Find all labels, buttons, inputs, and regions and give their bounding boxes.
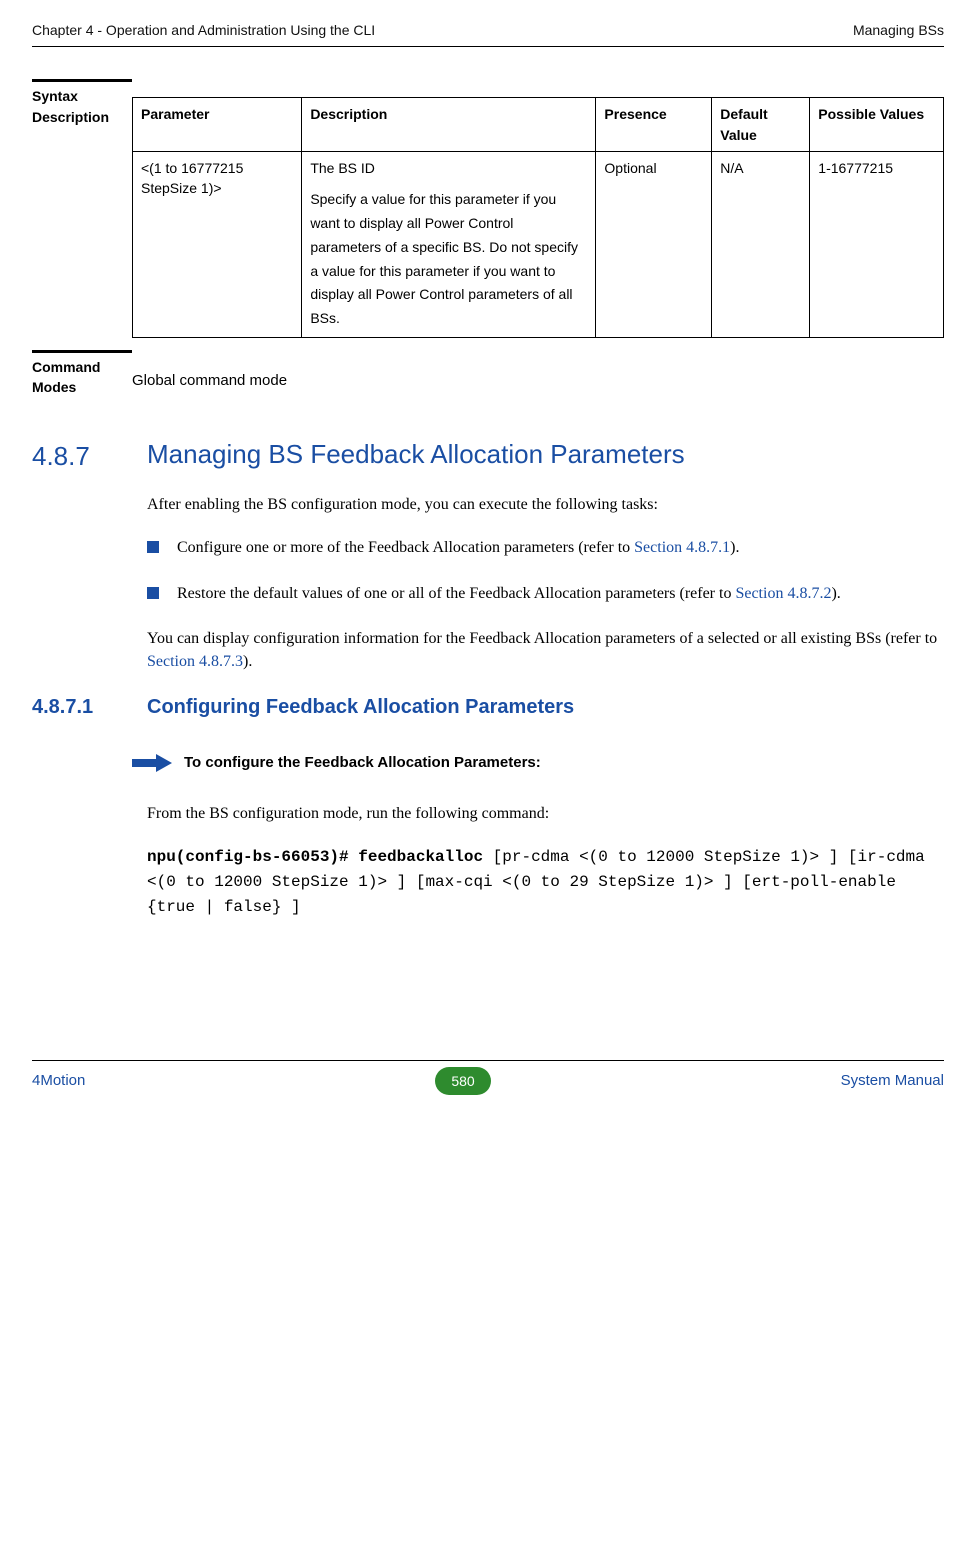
list-item: Configure one or more of the Feedback Al… (147, 536, 944, 559)
header-right: Managing BSs (853, 20, 944, 40)
cell-default-value: N/A (712, 151, 810, 337)
command-modes-label: Command Modes (32, 368, 132, 398)
list-item: Restore the default values of one or all… (147, 582, 944, 605)
syntax-parameters-table: Parameter Description Presence Default V… (132, 97, 944, 338)
command-modes-line1: Command (32, 357, 124, 377)
syntax-label-line2: Description (32, 107, 124, 127)
cell-description-second: Specify a value for this parameter if yo… (310, 188, 587, 331)
command-bold-part: npu(config-bs-66053)# feedbackalloc (147, 848, 483, 866)
col-header-default-value: Default Value (712, 98, 810, 152)
command-intro: From the BS configuration mode, run the … (147, 802, 944, 825)
link-section-4-8-7-1[interactable]: Section 4.8.7.1 (634, 539, 730, 556)
outro-pre: You can display configuration informatio… (147, 630, 937, 647)
table-header-row: Parameter Description Presence Default V… (133, 98, 944, 152)
command-modes-line2: Modes (32, 377, 124, 397)
cell-presence: Optional (596, 151, 712, 337)
cell-description-first: The BS ID (310, 160, 375, 176)
section-title-4-8-7: Managing BS Feedback Allocation Paramete… (147, 438, 944, 471)
footer-manual-name: System Manual (841, 1070, 944, 1092)
header-left: Chapter 4 - Operation and Administration… (32, 20, 375, 40)
bullet2-post: ). (831, 585, 840, 602)
link-section-4-8-7-3[interactable]: Section 4.8.7.3 (147, 653, 243, 670)
link-section-4-8-7-2[interactable]: Section 4.8.7.2 (735, 585, 831, 602)
bullet1-post: ). (730, 539, 739, 556)
section-number-4-8-7-1: 4.8.7.1 (32, 693, 147, 722)
procedure-heading: To configure the Feedback Allocation Par… (184, 752, 541, 774)
section-title-4-8-7-1: Configuring Feedback Allocation Paramete… (147, 693, 944, 722)
bullet1-pre: Configure one or more of the Feedback Al… (177, 539, 634, 556)
section-4-8-7-outro: You can display configuration informatio… (147, 627, 944, 673)
syntax-description-label: Syntax Description (32, 97, 132, 127)
page-number-pill: 580 (435, 1067, 490, 1095)
header-divider (32, 46, 944, 47)
section-4-8-7-intro: After enabling the BS configuration mode… (147, 493, 944, 516)
table-row: <(1 to 16777215 StepSize 1)> The BS ID S… (133, 151, 944, 337)
syntax-label-line1: Syntax (32, 86, 124, 106)
col-header-possible-values: Possible Values (810, 98, 944, 152)
arrow-right-icon (132, 753, 172, 773)
cell-parameter: <(1 to 16777215 StepSize 1)> (133, 151, 302, 337)
cell-description: The BS ID Specify a value for this param… (302, 151, 596, 337)
col-header-description: Description (302, 98, 596, 152)
col-header-parameter: Parameter (133, 98, 302, 152)
col-header-presence: Presence (596, 98, 712, 152)
command-modes-value: Global command mode (132, 372, 287, 389)
section-number-4-8-7: 4.8.7 (32, 438, 147, 476)
cell-possible-values: 1-16777215 (810, 151, 944, 337)
bullet2-pre: Restore the default values of one or all… (177, 585, 735, 602)
footer-product-name: 4Motion (32, 1070, 85, 1092)
outro-post: ). (243, 653, 252, 670)
command-example: npu(config-bs-66053)# feedbackalloc [pr-… (147, 845, 944, 919)
